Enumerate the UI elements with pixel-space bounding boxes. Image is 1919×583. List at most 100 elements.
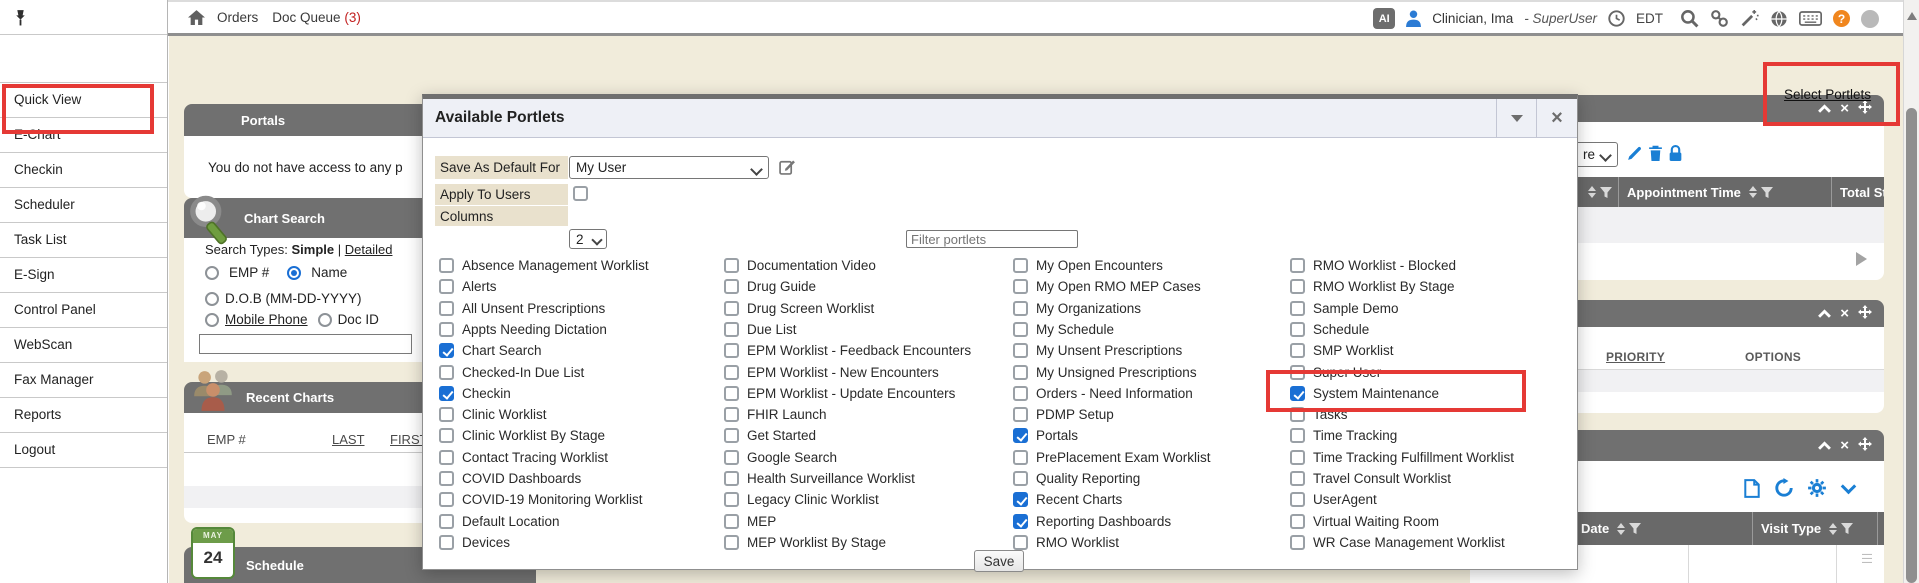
sidebar-item-checkin[interactable]: Checkin [0,153,167,188]
lock-view-icon[interactable] [1668,145,1683,167]
portlet-checkbox[interactable] [1013,386,1028,401]
portlet-checkbox[interactable] [439,365,454,380]
portlet-checkbox[interactable] [439,471,454,486]
portlet-checkbox[interactable] [439,279,454,294]
portlet-checkbox[interactable] [724,407,739,422]
priority-column-header[interactable]: PRIORITY [1606,350,1665,364]
portlet-checkbox[interactable] [439,492,454,507]
sidebar-item-fax-manager[interactable]: Fax Manager [0,363,167,398]
portlet-checkbox[interactable] [1013,492,1028,507]
portlet-checkbox[interactable] [1013,407,1028,422]
radio-doc-id[interactable] [318,313,332,327]
recent-charts-col-emp[interactable]: EMP # [207,432,246,447]
avatar[interactable] [1861,10,1879,28]
portlet-checkbox[interactable] [1013,471,1028,486]
portlet-checkbox[interactable] [724,258,739,273]
collapse-icon[interactable] [1818,438,1831,453]
expand-right-icon[interactable] [1856,252,1867,266]
search-icon[interactable] [1680,9,1699,28]
sidebar-item-e-sign[interactable]: E-Sign [0,258,167,293]
portlet-checkbox[interactable] [724,514,739,529]
sort-icon[interactable] [1588,186,1596,198]
sidebar-pin-item[interactable] [0,0,167,35]
portlet-checkbox[interactable] [724,279,739,294]
portlet-checkbox[interactable] [439,301,454,316]
search-type-detailed-link[interactable]: Detailed [345,242,393,257]
portlet-checkbox[interactable] [1290,386,1305,401]
portlet-checkbox[interactable] [1013,514,1028,529]
wand-icon[interactable] [1740,9,1759,28]
portlet-checkbox[interactable] [724,365,739,380]
portlet-checkbox[interactable] [439,258,454,273]
sidebar-item-logout[interactable]: Logout [0,433,167,468]
close-panel-icon[interactable]: × [1840,101,1849,116]
radio-emp-number[interactable] [205,266,219,280]
sort-icon[interactable] [1749,186,1757,198]
portlet-checkbox[interactable] [1013,301,1028,316]
portlet-checkbox[interactable] [1013,322,1028,337]
portlet-checkbox[interactable] [1290,301,1305,316]
portlet-checkbox[interactable] [1290,365,1305,380]
globe-icon[interactable] [1770,10,1788,28]
portlet-checkbox[interactable] [1290,492,1305,507]
sort-icon[interactable] [1829,523,1837,535]
row-menu-icon[interactable]: ——— [1862,553,1872,565]
portlet-checkbox[interactable] [724,492,739,507]
portlet-checkbox[interactable] [724,322,739,337]
close-panel-icon[interactable]: × [1840,306,1849,321]
appointments-col-time[interactable]: Appointment Time [1619,177,1832,207]
save-as-default-select[interactable]: My User [569,156,769,179]
portlet-checkbox[interactable] [439,407,454,422]
sidebar-item-webscan[interactable]: WebScan [0,328,167,363]
portlet-checkbox[interactable] [439,386,454,401]
portlet-checkbox[interactable] [1290,428,1305,443]
portlet-checkbox[interactable] [1013,365,1028,380]
move-panel-icon[interactable] [1858,305,1872,322]
portlet-checkbox[interactable] [439,535,454,550]
portlet-checkbox[interactable] [1290,279,1305,294]
breadcrumb-doc-queue[interactable]: Doc Queue (3) [272,10,361,25]
radio-dob[interactable] [205,292,219,306]
portlet-checkbox[interactable] [1013,258,1028,273]
portlet-checkbox[interactable] [1013,279,1028,294]
portlet-checkbox[interactable] [724,343,739,358]
sidebar-item-reports[interactable]: Reports [0,398,167,433]
portlet-checkbox[interactable] [439,322,454,337]
gear-icon[interactable] [1807,478,1827,503]
portlet-checkbox[interactable] [1013,450,1028,465]
portlet-checkbox[interactable] [1290,514,1305,529]
collapse-icon[interactable] [1818,101,1831,116]
visits-col-visit-type[interactable]: Visit Type [1753,512,1878,545]
portlet-checkbox[interactable] [1290,258,1305,273]
portlet-checkbox[interactable] [724,535,739,550]
select-portlets-link[interactable]: Select Portlets [1784,87,1871,102]
appointments-col-total-stay[interactable]: Total Sta [1832,177,1884,207]
sidebar-item-control-panel[interactable]: Control Panel [0,293,167,328]
portlet-checkbox[interactable] [724,428,739,443]
delete-view-icon[interactable] [1648,145,1663,167]
sidebar-item-quick-view[interactable]: Quick View [0,83,167,118]
collapse-icon[interactable] [1818,306,1831,321]
chart-search-input[interactable] [199,334,412,354]
keyboard-icon[interactable] [1799,11,1822,26]
new-document-icon[interactable] [1744,479,1760,503]
visits-col-archived[interactable]: Archi [1878,512,1884,545]
columns-select[interactable]: 2 [569,229,607,249]
portlet-checkbox[interactable] [724,471,739,486]
search-type-simple[interactable]: Simple [292,242,335,257]
help-icon[interactable]: ? [1833,10,1850,27]
sidebar-item-e-chart[interactable]: E-Chart [0,118,167,153]
close-panel-icon[interactable]: × [1840,438,1849,453]
portlet-checkbox[interactable] [724,301,739,316]
refresh-icon[interactable] [1774,478,1794,503]
home-icon[interactable] [188,10,205,25]
link-icon[interactable] [1710,9,1729,28]
modal-collapse-button[interactable] [1496,99,1537,137]
portlet-checkbox[interactable] [439,514,454,529]
portlet-checkbox[interactable] [439,428,454,443]
recent-charts-col-last[interactable]: LAST [332,432,365,447]
portlet-checkbox[interactable] [1290,343,1305,358]
portlet-checkbox[interactable] [724,450,739,465]
portlet-checkbox[interactable] [439,450,454,465]
portlet-checkbox[interactable] [439,343,454,358]
